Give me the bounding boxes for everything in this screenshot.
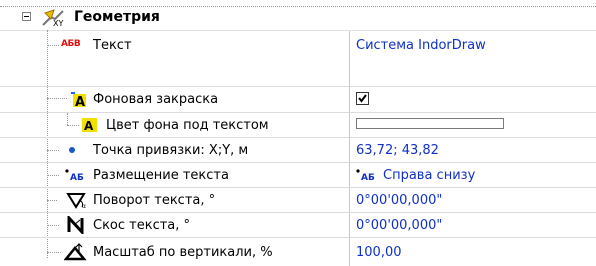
svg-text:АБ: АБ <box>70 173 84 183</box>
property-value[interactable]: 63,72; 43,82 <box>356 143 439 158</box>
property-row-text-rotation[interactable]: α Поворот текста, ° 0°00'00,000" <box>0 188 596 212</box>
background-fill-checkbox[interactable] <box>356 92 369 105</box>
property-value-cell[interactable]: Система IndorDraw <box>351 31 596 86</box>
property-grid: XY Геометрия АБВ Текст Система IndorDraw… <box>0 0 596 266</box>
svg-text:A: A <box>84 119 94 133</box>
property-label: Поворот текста, ° <box>93 193 216 208</box>
property-row-text-skew[interactable]: Скос текста, ° 0°00'00,000" <box>0 213 596 237</box>
collapse-toggle[interactable] <box>22 12 31 21</box>
property-row-vertical-scale[interactable]: Масштаб по вертикали, % 100,00 <box>0 238 596 266</box>
property-label: Размещение текста <box>93 168 229 183</box>
checkmark-icon <box>358 94 367 103</box>
property-label: Фоновая закраска <box>93 92 219 107</box>
property-value[interactable]: Система IndorDraw <box>356 38 486 53</box>
property-row-anchor-point[interactable]: Точка привязки: X;Y, м 63,72; 43,82 <box>0 138 596 162</box>
svg-text:XY: XY <box>53 19 63 27</box>
text-fill-icon: A <box>71 92 86 108</box>
vertical-scale-icon <box>64 243 87 261</box>
group-title: Геометрия <box>74 9 160 25</box>
property-value[interactable]: 0°00'00,000" <box>356 218 442 233</box>
text-placement-icon: АБ <box>65 169 84 183</box>
property-label: Текст <box>93 38 132 53</box>
property-label: Скос текста, ° <box>93 218 191 233</box>
property-value[interactable]: Справа снизу <box>383 168 475 183</box>
abv-text-icon: АБВ <box>61 39 81 49</box>
property-value[interactable]: 100,00 <box>356 245 402 260</box>
property-name-cell: АБВ Текст <box>0 31 350 86</box>
header-dotted-line <box>0 6 596 7</box>
svg-text:АБ: АБ <box>361 173 375 183</box>
svg-text:A: A <box>75 95 85 108</box>
text-skew-icon <box>67 216 84 234</box>
property-row-text-placement[interactable]: АБ Размещение текста АБ Справа снизу <box>0 163 596 187</box>
property-value[interactable]: 0°00'00,000" <box>356 193 442 208</box>
geometry-xy-icon: XY <box>42 9 64 27</box>
group-header-geometry[interactable]: XY Геометрия <box>0 0 596 31</box>
svg-text:α: α <box>82 203 86 209</box>
property-row-text[interactable]: АБВ Текст Система IndorDraw <box>0 31 596 86</box>
text-background-color-icon: A <box>82 118 97 133</box>
property-row-background-color[interactable]: A Цвет фона под текстом <box>0 113 596 137</box>
text-rotate-icon: α <box>66 193 86 209</box>
property-row-background-fill[interactable]: A Фоновая закраска <box>0 87 596 112</box>
anchor-point-icon <box>69 147 75 153</box>
property-label: Цвет фона под текстом <box>106 118 269 133</box>
property-label: Масштаб по вертикали, % <box>93 245 273 260</box>
background-color-swatch[interactable] <box>356 118 504 129</box>
property-label: Точка привязки: X;Y, м <box>93 143 249 158</box>
text-placement-icon: АБ <box>356 169 375 183</box>
